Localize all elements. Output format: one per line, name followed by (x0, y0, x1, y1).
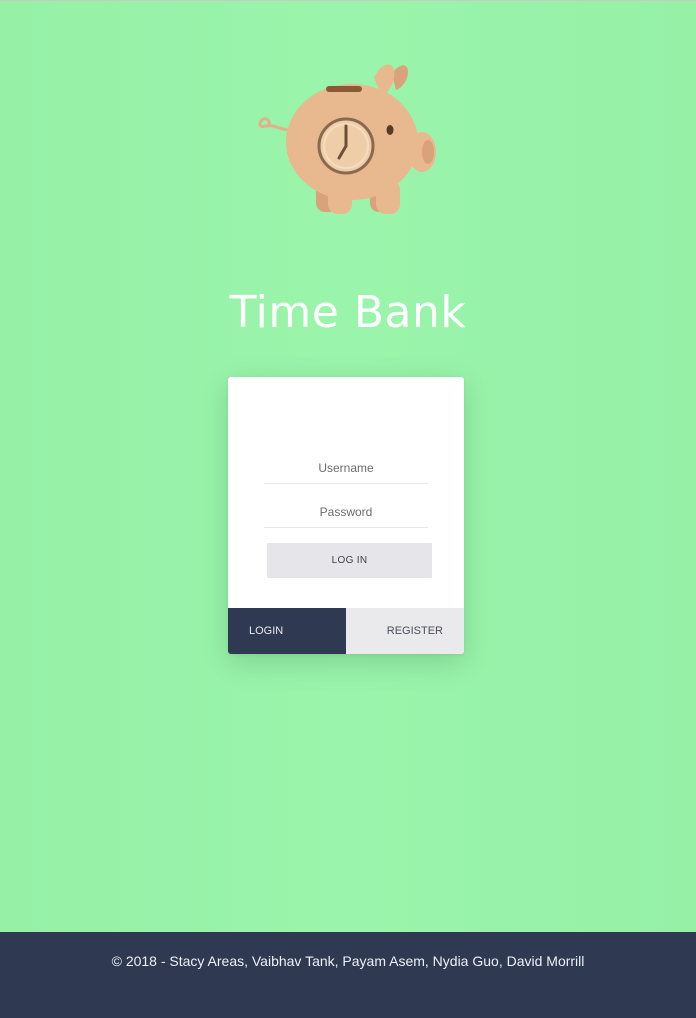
tab-register[interactable]: REGISTER (346, 608, 464, 654)
coin-slot (326, 86, 362, 92)
login-card: LOG IN LOGIN REGISTER (228, 377, 464, 654)
tab-login-label: LOGIN (249, 625, 284, 637)
eye (386, 125, 394, 135)
ear-back (392, 65, 408, 90)
log-in-button[interactable]: LOG IN (267, 543, 432, 578)
leg-front (328, 180, 352, 214)
username-input[interactable] (264, 453, 428, 484)
footer: © 2018 - Stacy Areas, Vaibhav Tank, Paya… (0, 932, 696, 1018)
top-border (0, 0, 696, 1)
tab-login[interactable]: LOGIN (228, 608, 346, 654)
footer-copyright: © 2018 - Stacy Areas, Vaibhav Tank, Paya… (111, 953, 585, 969)
snout-tip (422, 140, 434, 164)
leg-front-2 (376, 180, 400, 214)
tab-register-label: REGISTER (386, 625, 443, 637)
auth-tabs: LOGIN REGISTER (228, 608, 464, 654)
tail (258, 117, 292, 132)
password-input[interactable] (264, 497, 428, 528)
piggy-bank-clock-icon (258, 64, 436, 214)
app-title: Time Bank (229, 287, 467, 338)
